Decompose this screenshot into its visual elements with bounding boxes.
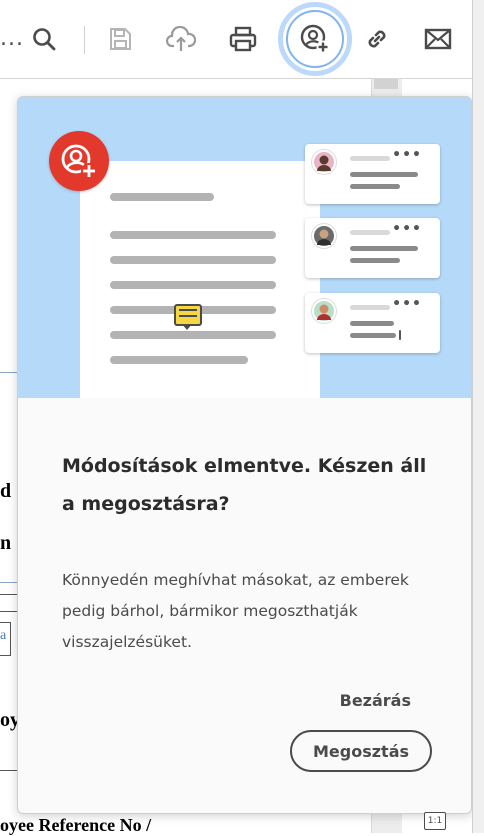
comment-card: ••• (305, 218, 440, 278)
popover-description: Könnyedén meghívhat másokat, az emberek … (62, 571, 409, 651)
toolbar-overflow[interactable]: ... (0, 26, 24, 51)
illustration-document (80, 161, 320, 398)
link-button[interactable] (360, 22, 394, 56)
window-scrollbar[interactable] (472, 0, 484, 833)
share-user-button[interactable] (298, 22, 332, 56)
avatar (312, 299, 336, 323)
toolbar: ... (0, 0, 472, 79)
upload-icon (166, 26, 196, 51)
upload-button[interactable] (164, 22, 198, 56)
search-icon (33, 28, 56, 51)
share-button[interactable]: Megosztás (290, 730, 432, 772)
print-icon (229, 26, 257, 52)
toolbar-separator (84, 26, 85, 54)
share-illustration: ••• ••• ••• (18, 97, 471, 398)
share-prompt-popover: ••• ••• ••• Módosítások elmentve. Készen… (17, 96, 472, 814)
avatar (312, 150, 336, 174)
actual-size-icon[interactable]: 1:1 (424, 812, 446, 830)
doc-rule (0, 770, 18, 771)
popover-title: Módosítások elmentve. Készen áll a megos… (62, 455, 427, 515)
comment-card: ••• (305, 293, 440, 353)
mail-button[interactable] (421, 22, 455, 56)
doc-text-fragment: n (0, 532, 12, 554)
print-button[interactable] (226, 22, 260, 56)
link-icon (368, 30, 386, 48)
doc-text-fragment: d (0, 480, 12, 502)
doc-rule (0, 372, 18, 373)
doc-rule (0, 582, 18, 583)
share-user-icon (300, 24, 330, 54)
search-button[interactable] (27, 22, 61, 56)
save-button[interactable] (103, 22, 137, 56)
share-badge-icon (49, 131, 109, 191)
save-icon (110, 28, 131, 50)
mail-icon (424, 28, 452, 50)
avatar (312, 224, 336, 248)
document-scrollbar-thumb[interactable] (374, 79, 398, 89)
close-button[interactable]: Bezárás (340, 691, 411, 710)
doc-text-fragment: a (0, 628, 7, 643)
comment-card: ••• (305, 144, 440, 204)
